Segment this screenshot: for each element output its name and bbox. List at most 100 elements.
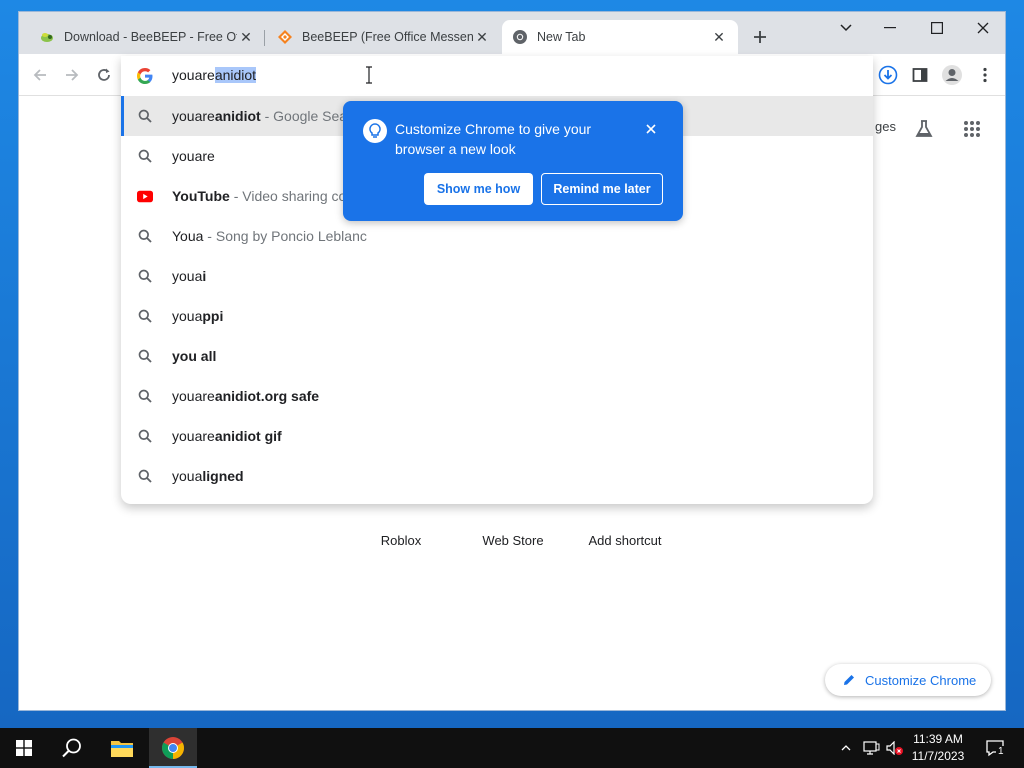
- show-me-how-button[interactable]: Show me how: [424, 173, 533, 205]
- back-arrow-icon: [33, 69, 46, 81]
- beebeep-icon: [39, 29, 55, 45]
- downloads-button[interactable]: [875, 62, 901, 88]
- start-button[interactable]: [0, 728, 48, 768]
- add-shortcut[interactable]: Add shortcut: [570, 533, 680, 548]
- suggestion-typed: youa: [172, 468, 203, 484]
- labs-flask-icon: [915, 120, 933, 137]
- reload-icon: [98, 68, 110, 81]
- suggestion-typed: youa: [172, 268, 203, 284]
- pencil-icon: [841, 672, 857, 688]
- search-icon: [137, 348, 153, 364]
- more-vert-icon: [983, 67, 987, 83]
- suggestion-text: youareanidiot gif: [172, 428, 282, 444]
- clock-time: 11:39 AM: [913, 732, 963, 746]
- suggestion-completion: anidiot gif: [214, 428, 282, 444]
- omnibox-suggestion[interactable]: you all: [121, 336, 873, 376]
- google-g-icon: [137, 68, 153, 84]
- close-icon[interactable]: [641, 119, 661, 139]
- shortcut-web-store[interactable]: Web Store: [458, 533, 568, 548]
- tab-beebeep-download[interactable]: Download - BeeBEEP - Free Offic ✕: [29, 20, 265, 54]
- suggestion-typed: youare: [172, 388, 215, 404]
- autocomplete-selection: anidiot: [214, 67, 257, 83]
- reload-button[interactable]: [91, 62, 117, 88]
- minimize-button[interactable]: [868, 14, 912, 42]
- taskbar-clock[interactable]: 11:39 AM 11/7/2023: [900, 731, 976, 765]
- notification-count: 1: [996, 746, 1006, 757]
- avatar-icon: [942, 65, 962, 85]
- back-button[interactable]: [27, 62, 53, 88]
- promo-message: Customize Chrome to give your browser a …: [395, 121, 592, 157]
- suggestion-text: youaligned: [172, 468, 244, 484]
- search-icon: [137, 308, 153, 324]
- download-icon: [878, 65, 898, 85]
- notifications-button[interactable]: 1: [982, 728, 1008, 768]
- windows-taskbar: 11:39 AM 11/7/2023 1: [0, 728, 1024, 768]
- show-hidden-icons-button[interactable]: [836, 728, 856, 768]
- tab-divider: [264, 30, 265, 46]
- chrome-icon: [162, 737, 184, 759]
- forward-arrow-icon: [66, 69, 79, 81]
- labs-button[interactable]: [911, 116, 937, 142]
- close-tab-icon[interactable]: ✕: [237, 28, 255, 46]
- chrome-icon: [512, 29, 528, 45]
- customize-chrome-promo: Customize Chrome to give your browser a …: [343, 101, 683, 221]
- network-icon: [863, 741, 880, 755]
- suggestion-text: youai: [172, 268, 206, 284]
- suggestion-description: - Video sharing co: [229, 188, 347, 204]
- sourceforge-icon: [277, 29, 293, 45]
- remind-me-later-button[interactable]: Remind me later: [541, 173, 663, 205]
- omnibox-suggestion[interactable]: youareanidiot gif: [121, 416, 873, 456]
- suggestion-completion: i: [202, 268, 207, 284]
- tab-beebeep-sourceforge[interactable]: BeeBEEP (Free Office Messenger ✕: [267, 20, 501, 54]
- close-tab-icon[interactable]: ✕: [710, 28, 728, 46]
- suggestion-text: youareanidiot - Google Sea: [172, 108, 347, 124]
- file-explorer-button[interactable]: [98, 728, 146, 768]
- chevron-up-icon: [841, 745, 851, 751]
- tab-new-tab[interactable]: New Tab ✕: [502, 20, 738, 54]
- windows-logo-icon: [16, 740, 32, 756]
- close-tab-icon[interactable]: ✕: [473, 28, 491, 46]
- apps-button[interactable]: [959, 116, 985, 142]
- menu-button[interactable]: [972, 62, 998, 88]
- suggestion-text: Youa - Song by Poncio Leblanc: [172, 228, 367, 244]
- tab-search-button[interactable]: [824, 14, 868, 42]
- shortcut-roblox[interactable]: Roblox: [346, 533, 456, 548]
- maximize-button[interactable]: [915, 14, 959, 42]
- suggestion-description: - Song by Poncio Leblanc: [203, 228, 367, 244]
- omnibox-suggestion[interactable]: youappi: [121, 296, 873, 336]
- customize-label: Customize Chrome: [865, 672, 977, 688]
- tab-title: BeeBEEP (Free Office Messenger: [302, 30, 473, 44]
- address-bar[interactable]: youareanidiot: [121, 56, 873, 96]
- profile-button[interactable]: [939, 62, 965, 88]
- suggestion-text: youappi: [172, 308, 223, 324]
- forward-button[interactable]: [59, 62, 85, 88]
- tab-title: New Tab: [537, 30, 586, 44]
- maximize-icon: [931, 22, 943, 34]
- suggestion-completion: anidiot.org safe: [214, 388, 320, 404]
- search-button[interactable]: [48, 728, 96, 768]
- omnibox-input[interactable]: youareanidiot: [172, 67, 257, 83]
- chrome-taskbar-button[interactable]: [149, 728, 197, 768]
- omnibox-suggestion[interactable]: youai: [121, 256, 873, 296]
- search-icon: [137, 428, 153, 444]
- suggestion-completion: YouTube: [172, 188, 230, 204]
- suggestion-completion: ligned: [202, 468, 244, 484]
- search-icon: [137, 388, 153, 404]
- close-window-button[interactable]: [961, 14, 1005, 42]
- tab-strip: Download - BeeBEEP - Free Offic ✕ BeeBEE…: [19, 12, 1005, 54]
- network-button[interactable]: [860, 728, 882, 768]
- chevron-down-icon: [840, 24, 852, 32]
- omnibox-suggestion[interactable]: youareanidiot.org safe: [121, 376, 873, 416]
- youtube-icon: [137, 188, 153, 204]
- side-panel-icon: [912, 68, 928, 82]
- images-link[interactable]: ges: [875, 119, 896, 134]
- search-icon: [137, 228, 153, 244]
- search-icon: [62, 738, 81, 758]
- chrome-window: Download - BeeBEEP - Free Offic ✕ BeeBEE…: [18, 11, 1006, 711]
- customize-chrome-button[interactable]: Customize Chrome: [825, 664, 991, 696]
- new-tab-button[interactable]: [747, 24, 773, 50]
- side-panel-button[interactable]: [907, 62, 933, 88]
- omnibox-suggestion[interactable]: youaligned: [121, 456, 873, 496]
- search-icon: [137, 148, 153, 164]
- omnibox-suggestion[interactable]: Youa - Song by Poncio Leblanc: [121, 216, 873, 256]
